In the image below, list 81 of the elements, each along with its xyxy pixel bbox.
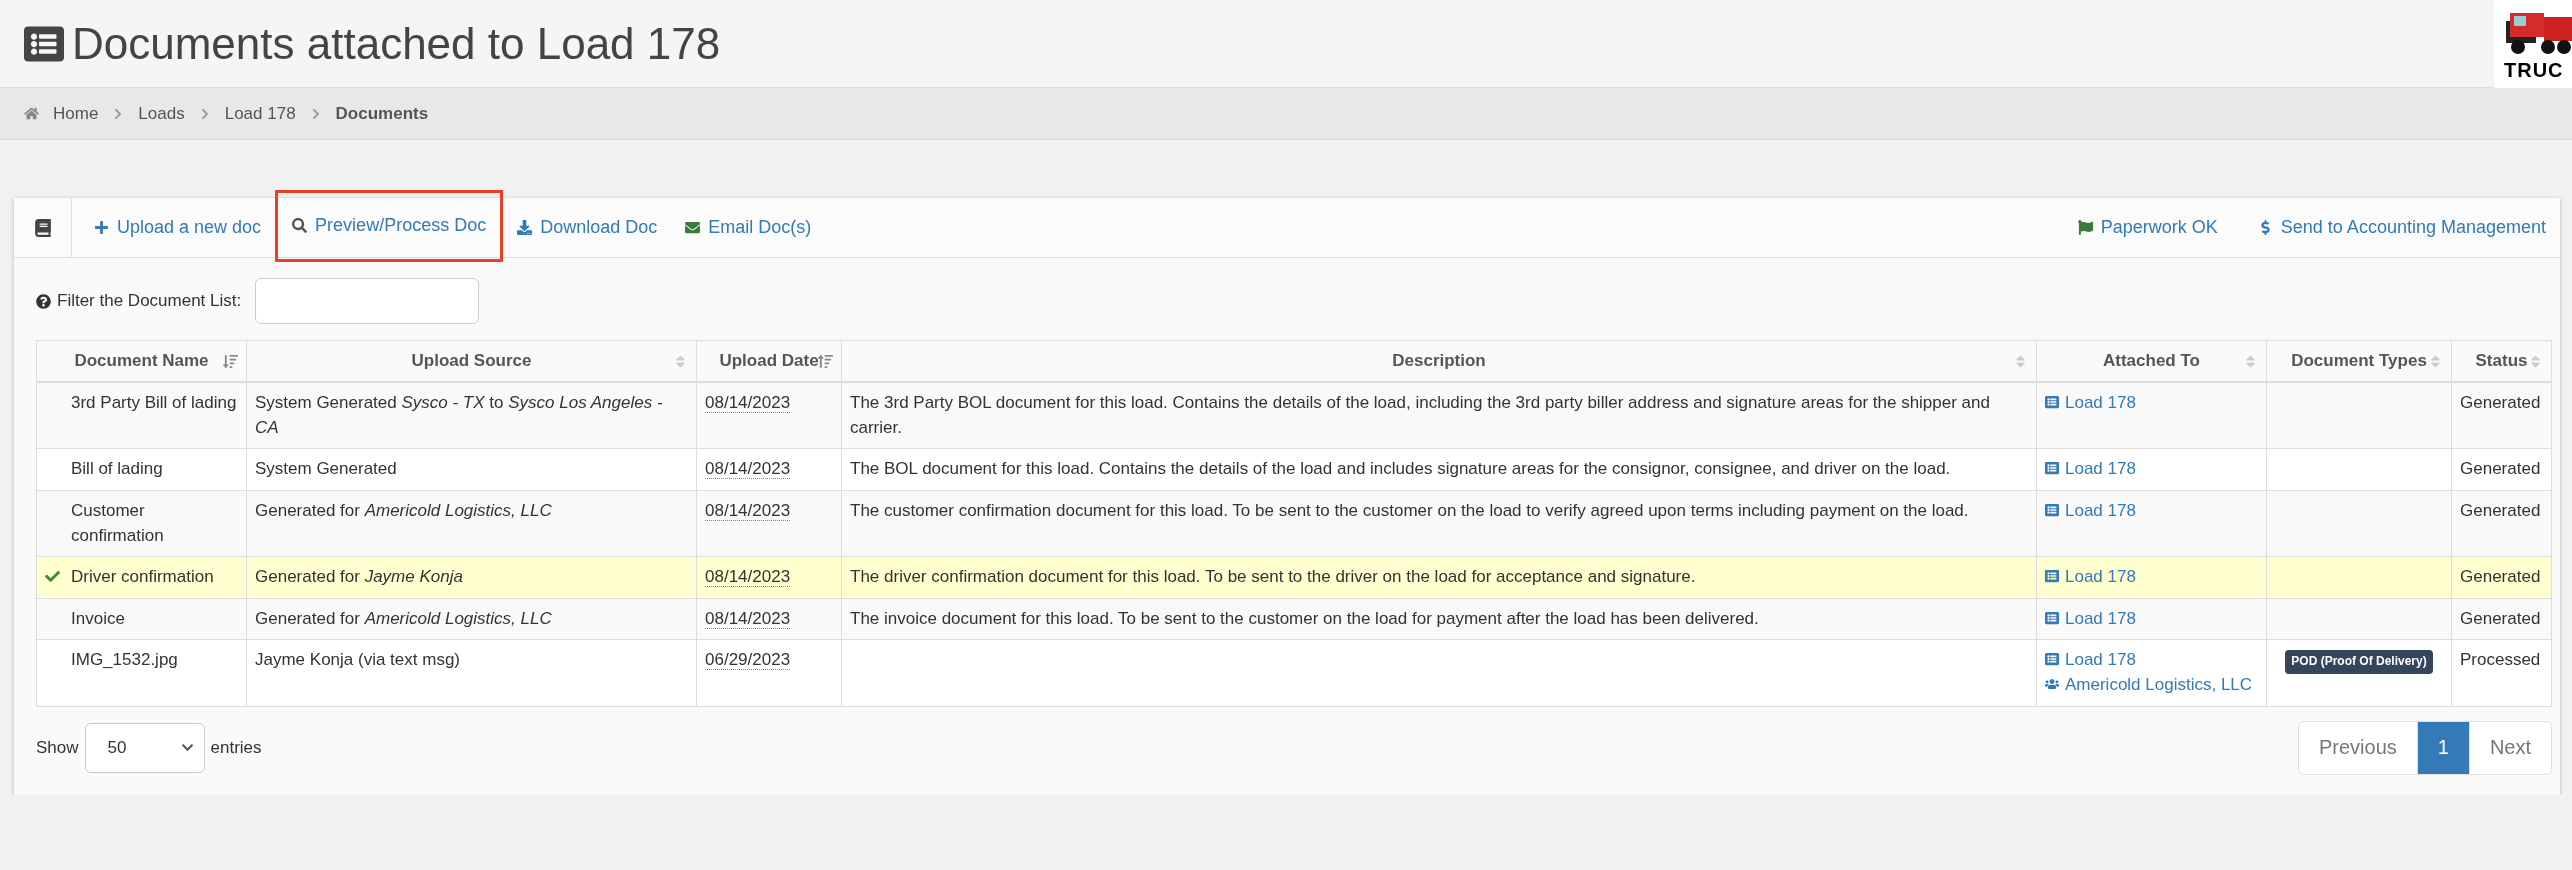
table-cell: 08/14/2023 <box>705 500 791 521</box>
list-icon <box>2045 395 2059 409</box>
table-cell-text: Invoice <box>71 607 125 630</box>
attached-link[interactable]: Load 178 <box>2045 648 2258 674</box>
home-icon <box>24 106 39 121</box>
breadcrumb-link[interactable]: Loads <box>138 103 185 124</box>
envelope-icon <box>685 220 701 235</box>
table-row[interactable]: Invoice Generated for Americold Logistics, LLC 08/14/2023 The invoice document for this load. To be sent to the customer on the load for payment after the load has been delivered. Load 178 Generated <box>36 598 2552 640</box>
help-icon <box>36 293 51 309</box>
pagination-button[interactable]: Next <box>2468 720 2552 775</box>
breadcrumb-current[interactable]: Documents <box>335 103 429 124</box>
breadcrumb-link[interactable]: Load 178 <box>224 103 296 124</box>
table-cell: Jayme Konja (via text msg) <box>255 650 460 670</box>
table-cell-text: 3rd Party Bill of lading <box>71 392 237 414</box>
users-icon <box>2045 677 2059 692</box>
document-type-badge: POD (Proof Of Delivery) <box>2285 650 2433 674</box>
table-cell: System Generated <box>255 459 397 479</box>
table-cell: The customer confirmation document for this load. To be sent to the customer on the load to verify agreed upon terms including payment on the load. <box>850 500 1969 520</box>
list-icon <box>2045 610 2059 625</box>
plus-icon <box>94 220 109 235</box>
flag-icon <box>2077 220 2093 235</box>
table-cell: Generated <box>2460 567 2541 587</box>
page-size-select[interactable]: 50 <box>84 722 205 773</box>
table-cell: 08/14/2023 <box>705 567 791 588</box>
toolbar-button[interactable]: Send to Accounting Management <box>2243 217 2560 238</box>
table-cell: Generated for Jayme Konja <box>255 567 463 587</box>
table-cell: Generated <box>2460 608 2541 628</box>
toolbar-button[interactable]: Email Doc(s) <box>671 217 826 238</box>
show-label: Show <box>36 737 79 758</box>
table-cell: Generated <box>2460 459 2541 479</box>
column-header[interactable]: Upload Date <box>696 340 842 382</box>
column-header[interactable]: Document Name <box>36 340 247 382</box>
download-icon <box>517 220 533 235</box>
breadcrumb-link[interactable]: Home <box>53 103 99 124</box>
list-icon <box>2045 502 2059 517</box>
table-cell: 08/14/2023 <box>705 393 791 413</box>
table-cell-text: Customer confirmation <box>71 499 165 547</box>
table-cell: Processed <box>2460 650 2541 670</box>
filter-label: Filter the Document List: <box>36 291 242 311</box>
column-header[interactable]: Status <box>2451 340 2552 382</box>
column-header[interactable]: Document Types <box>2266 340 2452 382</box>
table-row[interactable] <box>36 382 2552 449</box>
table-cell: System Generated Sysco - TX to Sysco Los Angeles - CA <box>255 393 663 437</box>
table-cell: The 3rd Party BOL document for this load. Contains the details of the load, including the 3rd party biller address and signature areas for the shipper and carrier. <box>850 393 1990 437</box>
toolbar-button[interactable]: Upload a new doc <box>80 217 276 238</box>
table-cell: 08/14/2023 <box>705 459 791 480</box>
check-icon <box>45 569 60 585</box>
column-header[interactable]: Description <box>841 340 2037 382</box>
table-cell: 06/29/2023 <box>705 650 791 671</box>
list-icon <box>2045 652 2059 667</box>
table-cell: Generated <box>2460 393 2541 412</box>
selected-table-row[interactable]: Driver confirmation Generated for Jayme Konja 08/14/2023 The driver confirmation document for this load. To be sent to the driver on the load for acceptance and signature. Load 178 Generated <box>36 556 2552 599</box>
pagination-button[interactable]: Previous <box>2297 720 2418 775</box>
table-cell: The invoice document for this load. To be sent to the customer on the load for payment after the load has been delivered. <box>850 608 1759 628</box>
table-cell-text: Driver confirmation <box>71 566 214 589</box>
highlighted-toolbar-button[interactable]: Preview/Process Doc <box>275 189 504 262</box>
table-cell: The driver confirmation document for this load. To be sent to the driver on the load for acceptance and signature. <box>850 567 1696 587</box>
table-cell-text: Bill of lading <box>71 458 163 481</box>
table-row[interactable] <box>36 490 2552 557</box>
table-cell: Generated for Americold Logistics, LLC <box>255 608 552 628</box>
column-header[interactable]: Attached To <box>2036 340 2267 382</box>
logo-text: TRUC <box>2504 59 2564 82</box>
table-cell: Generated for Americold Logistics, LLC <box>255 500 552 520</box>
attached-link[interactable]: Americold Logistics, LLC <box>2045 673 2258 698</box>
table-row[interactable] <box>36 448 2552 491</box>
search-icon <box>292 218 308 233</box>
filter-field[interactable] <box>255 278 480 324</box>
book-icon[interactable] <box>33 218 52 237</box>
table-cell: Generated <box>2460 500 2541 520</box>
toolbar-button[interactable]: Download Doc <box>503 217 672 238</box>
page-title: Documents attached to Load 178 <box>72 18 721 69</box>
table-cell: The BOL document for this load. Contains the details of the load and includes signature areas for the consignor, consignee, and driver on the load. <box>850 459 1951 479</box>
entries-label: entries <box>210 737 262 758</box>
list-icon <box>2045 569 2059 584</box>
table-cell: 08/14/2023 <box>705 608 791 629</box>
table-cell-text: IMG_1532.jpg <box>71 649 178 672</box>
table-row[interactable]: IMG_1532.jpg Jayme Konja (via text msg) 06/29/2023 Load 178 Americold Logistics, LLC POD (Proof Of Delivery) Processed <box>36 640 2552 707</box>
column-header[interactable]: Upload Source <box>246 340 697 382</box>
list-icon <box>2045 461 2059 476</box>
pagination-button[interactable]: 1 <box>2416 720 2470 775</box>
toolbar-button[interactable]: Paperwork OK <box>2063 217 2232 238</box>
